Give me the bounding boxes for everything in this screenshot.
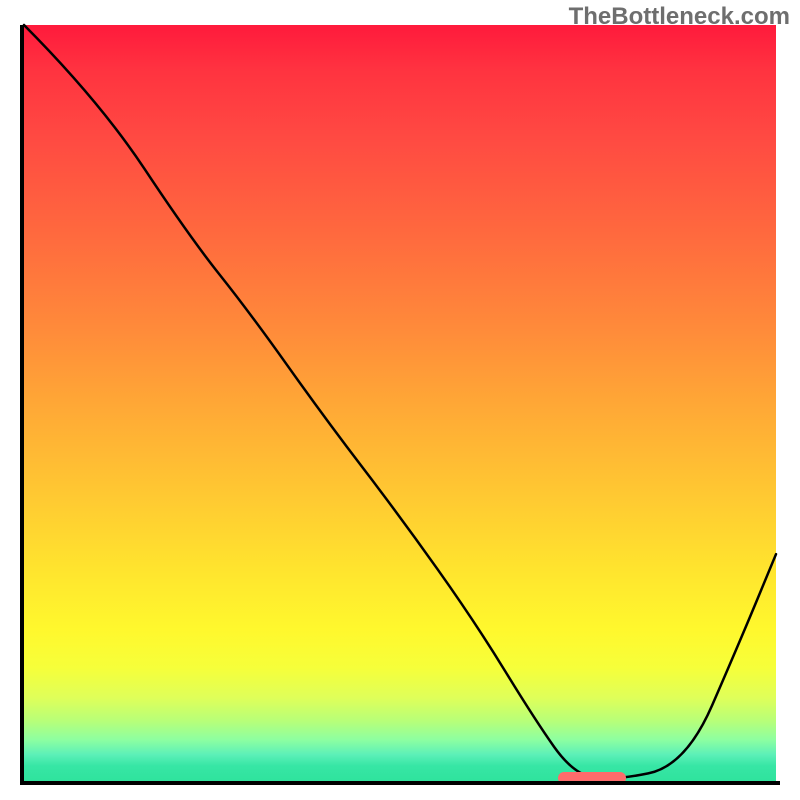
chart-canvas: TheBottleneck.com — [0, 0, 800, 800]
watermark-text: TheBottleneck.com — [569, 3, 790, 31]
axes-frame — [20, 25, 780, 785]
